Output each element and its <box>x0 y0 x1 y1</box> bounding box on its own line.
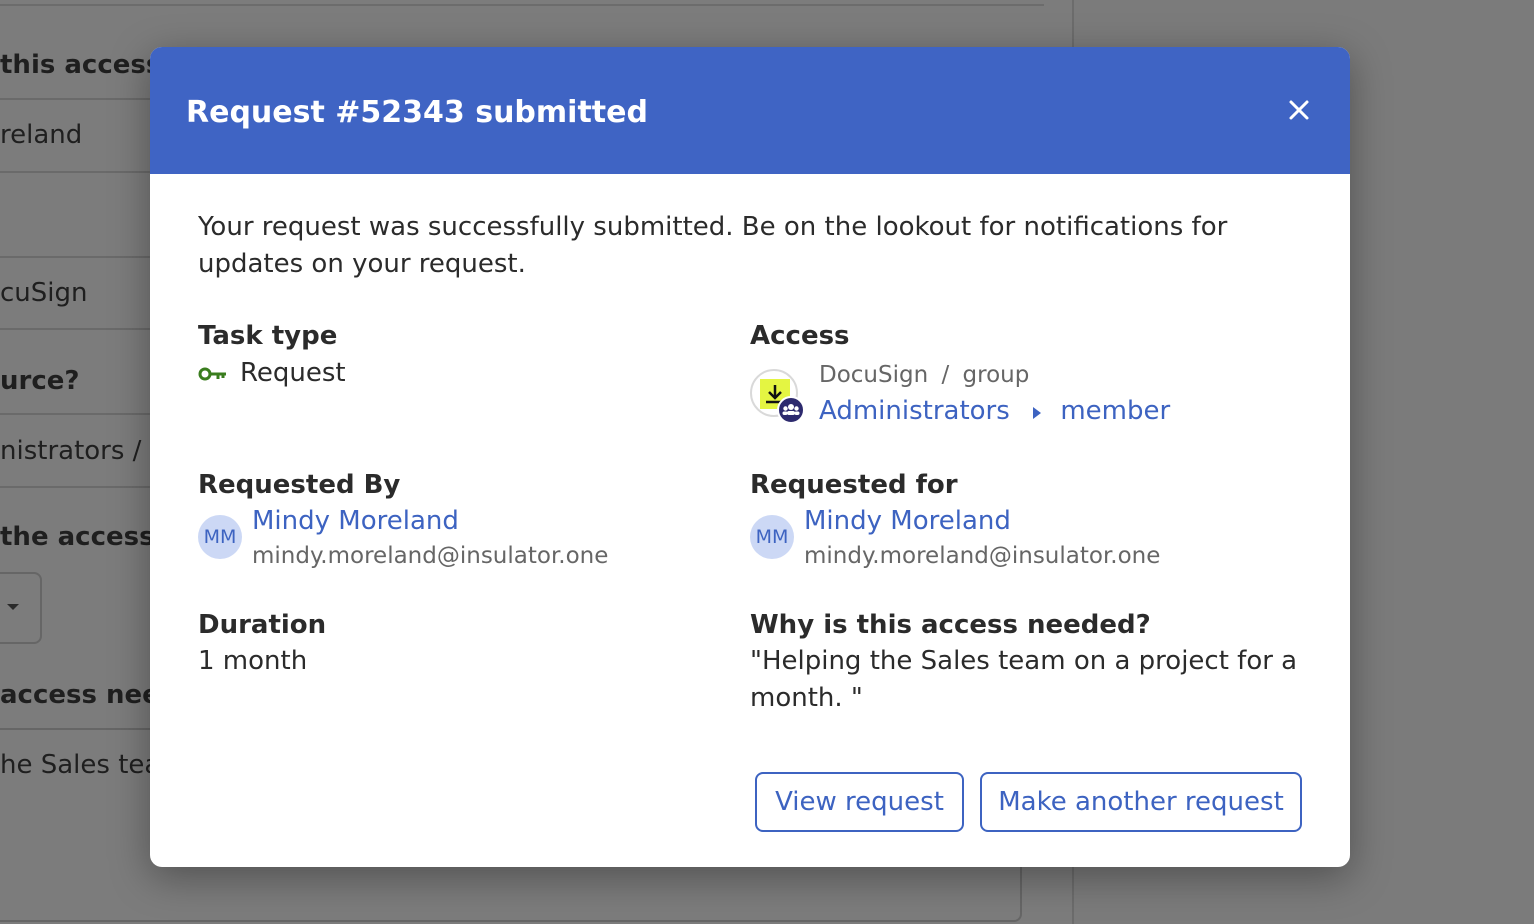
duration-value: 1 month <box>198 646 308 676</box>
background-divider <box>0 328 160 330</box>
duration-label: Duration <box>198 610 327 640</box>
justification-label: Why is this access needed? <box>750 610 1151 640</box>
background-question-label: urce? <box>0 366 80 396</box>
background-field-value: reland <box>0 120 83 150</box>
background-divider <box>0 98 160 100</box>
requested-by-email: mindy.moreland@insulator.one <box>252 543 609 569</box>
requested-by-name-link[interactable]: Mindy Moreland <box>252 506 459 536</box>
background-divider <box>0 171 160 173</box>
requested-for-label: Requested for <box>750 470 958 500</box>
make-another-request-button[interactable]: Make another request <box>980 772 1302 832</box>
access-label: Access <box>750 321 850 351</box>
avatar: MM <box>750 515 794 559</box>
chevron-down-icon <box>7 604 19 610</box>
close-icon[interactable] <box>1284 95 1314 125</box>
view-request-button[interactable]: View request <box>755 772 964 832</box>
access-kind: group <box>962 362 1030 388</box>
task-type-label: Task type <box>198 321 338 351</box>
background-divider <box>0 486 160 488</box>
docusign-app-icon <box>750 369 805 424</box>
requested-for-email: mindy.moreland@insulator.one <box>804 543 1161 569</box>
background-field-value: cuSign <box>0 278 88 308</box>
access-path-separator: / <box>941 362 950 388</box>
dialog-title: Request #52343 submitted <box>186 95 648 130</box>
chevron-right-icon <box>1032 397 1042 427</box>
dialog-header: Request #52343 submitted <box>150 47 1350 174</box>
success-message: Your request was successfully submitted.… <box>198 212 1228 279</box>
key-icon <box>198 364 228 384</box>
background-divider <box>0 4 1044 6</box>
access-role-link[interactable]: member <box>1060 396 1170 426</box>
access-app-path: DocuSign / group <box>819 362 1029 388</box>
access-app-name: DocuSign <box>819 362 929 388</box>
access-resource-row: Administrators member <box>819 396 1170 427</box>
requested-for-name-link[interactable]: Mindy Moreland <box>804 506 1011 536</box>
access-resource-link[interactable]: Administrators <box>819 396 1010 426</box>
background-field-value: nistrators / r <box>0 436 161 466</box>
background-divider <box>0 256 160 258</box>
task-type-value: Request <box>240 358 346 388</box>
justification-text-line-2: month. " <box>750 683 863 713</box>
avatar: MM <box>198 515 242 559</box>
justification-text-line-1: "Helping the Sales team on a project for… <box>750 646 1298 676</box>
request-submitted-dialog: Request #52343 submitted Your request wa… <box>150 47 1350 867</box>
background-divider <box>0 413 160 415</box>
group-icon <box>777 396 805 424</box>
requested-by-label: Requested By <box>198 470 401 500</box>
